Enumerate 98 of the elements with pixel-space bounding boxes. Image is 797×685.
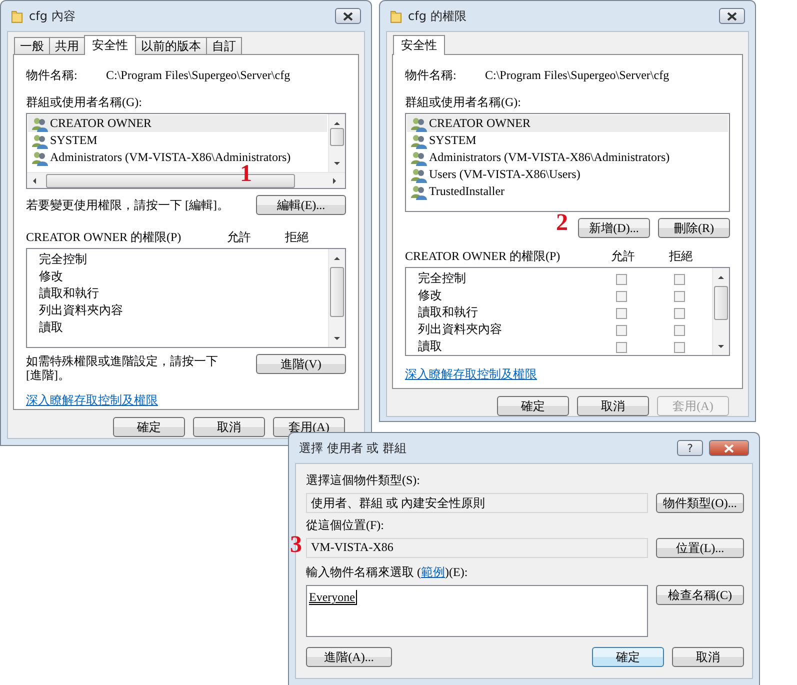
permission-name: 修改 (418, 287, 443, 304)
close-button[interactable] (335, 8, 361, 24)
help-link[interactable]: 深入瞭解存取控制及權限 (405, 367, 537, 381)
close-button[interactable] (719, 8, 745, 24)
tab[interactable]: 一般 (14, 37, 50, 54)
users-icon (32, 116, 48, 132)
group-item[interactable]: Users (VM-VISTA-X86\Users) (407, 166, 728, 183)
users-icon (411, 166, 427, 182)
object-path: C:\Program Files\Supergeo\Server\cfg (106, 68, 290, 83)
advanced-button[interactable]: 進階(A)... (306, 647, 392, 667)
examples-link[interactable]: 範例 (421, 565, 445, 579)
scrollbar[interactable] (328, 249, 345, 347)
allow-checkbox[interactable] (616, 308, 626, 319)
tab[interactable]: 共用 (49, 37, 85, 54)
dialog-button[interactable]: 取消 (672, 647, 744, 667)
object-name-label: 物件名稱: (26, 67, 78, 84)
group-item[interactable]: Administrators (VM-VISTA-X86\Administrators) (407, 149, 728, 166)
tab[interactable]: 安全性 (393, 35, 445, 55)
allow-checkbox[interactable] (616, 342, 626, 353)
folder-icon (390, 8, 402, 24)
deny-checkbox[interactable] (674, 308, 684, 319)
close-icon (342, 12, 354, 20)
close-button[interactable] (709, 440, 749, 456)
permission-name: 完全控制 (418, 270, 467, 287)
permission-name: 列出資料夾內容 (418, 321, 503, 338)
dialog-button[interactable]: 確定 (592, 647, 664, 667)
deny-checkbox[interactable] (674, 274, 684, 285)
permissions-list[interactable]: 完全控制 修改 讀取和執行 列出資料夾內容 讀取 (26, 248, 346, 348)
users-icon (411, 150, 427, 166)
group-item[interactable]: CREATOR OWNER (28, 115, 327, 132)
users-icon (411, 132, 427, 148)
permission-name: 修改 (39, 268, 63, 285)
tab[interactable]: 以前的版本 (135, 37, 207, 54)
object-type-label: 選擇這個物件類型(S): (306, 473, 420, 487)
group-item[interactable]: CREATOR OWNER (407, 115, 728, 132)
object-type-field: 使用者、群組 或 內建安全性原則 (306, 493, 648, 513)
close-icon (723, 444, 735, 452)
group-item[interactable]: SYSTEM (28, 132, 327, 149)
dialog-button[interactable]: 確定 (113, 417, 185, 437)
allow-checkbox[interactable] (616, 274, 626, 285)
allow-header: 允許 (226, 229, 252, 246)
advanced-hint: 如需特殊權限或進階設定，請按一下 [進階]。 (26, 354, 219, 382)
object-types-button[interactable]: 物件類型(O)... (656, 493, 744, 513)
allow-checkbox[interactable] (616, 324, 626, 336)
group-item[interactable]: SYSTEM (407, 132, 728, 149)
permissions-list[interactable]: 完全控制 修改 讀取和執行 列出資料夾內容 讀取 (405, 267, 730, 356)
tab[interactable]: 自訂 (206, 37, 242, 54)
folder-icon (11, 8, 23, 24)
scrollbar[interactable] (328, 114, 345, 172)
advanced-button[interactable]: 進階(V) (256, 354, 346, 374)
location-label: 從這個位置(F): (306, 518, 384, 532)
permissions-label: CREATOR OWNER 的權限(P) (405, 248, 562, 265)
allow-checkbox[interactable] (616, 290, 626, 302)
names-label: 輸入物件名稱來選取 (範例)(E): (306, 565, 468, 579)
window-title: cfg 的權限 (408, 8, 468, 24)
deny-checkbox[interactable] (674, 342, 684, 353)
annotation-number: 2 (556, 211, 568, 235)
edit-hint: 若要變更使用權限，請按一下 [編輯]。 (26, 196, 229, 214)
groups-label: 群組或使用者名稱(G): (26, 95, 142, 109)
allow-header: 允許 (610, 248, 636, 265)
group-item[interactable]: TrustedInstaller (407, 183, 728, 200)
window-title: 選擇 使用者 或 群組 (299, 440, 408, 456)
annotation-number: 3 (290, 533, 302, 557)
help-button[interactable]: ? (677, 440, 703, 456)
object-path: C:\Program Files\Supergeo\Server\cfg (485, 68, 670, 83)
users-icon (411, 116, 427, 132)
names-field[interactable]: Everyone (306, 585, 648, 637)
object-name-label: 物件名稱: (405, 67, 458, 84)
add-button[interactable]: 新增(D)... (578, 218, 650, 238)
help-link[interactable]: 深入瞭解存取控制及權限 (26, 393, 158, 407)
permission-name: 完全控制 (39, 251, 87, 268)
tab[interactable]: 安全性 (84, 35, 136, 55)
groups-list[interactable]: CREATOR OWNER SYSTEM Administrators (VM-VISTA-X86\Administrators) Users (VM-VISTA-X86\Users) TrustedInstaller (405, 113, 730, 212)
users-icon (32, 132, 48, 148)
dialog-button[interactable]: 確定 (497, 396, 569, 416)
permission-name: 讀取和執行 (39, 285, 99, 302)
dialog-button[interactable]: 取消 (193, 417, 265, 437)
remove-button[interactable]: 刪除(R) (658, 218, 730, 238)
deny-checkbox[interactable] (674, 324, 684, 336)
deny-header: 拒絕 (284, 229, 310, 246)
users-icon (411, 184, 427, 200)
location-field: VM-VISTA-X86 (306, 538, 648, 558)
dialog-button[interactable]: 取消 (577, 396, 649, 416)
window-title: cfg 內容 (29, 8, 76, 24)
permission-name: 列出資料夾內容 (39, 302, 123, 319)
permission-name: 讀取和執行 (418, 304, 479, 321)
check-names-button[interactable]: 檢查名稱(C) (656, 585, 744, 605)
deny-header: 拒絕 (668, 248, 694, 265)
groups-label: 群組或使用者名稱(G): (405, 95, 521, 109)
permissions-label: CREATOR OWNER 的權限(P) (26, 229, 182, 246)
close-icon (726, 12, 738, 20)
location-button[interactable]: 位置(L)... (656, 538, 744, 558)
edit-button[interactable]: 編輯(E)... (256, 195, 346, 215)
deny-checkbox[interactable] (674, 290, 684, 302)
users-icon (32, 150, 48, 166)
permission-name: 讀取 (39, 319, 63, 336)
permission-name: 讀取 (418, 338, 443, 355)
scrollbar[interactable] (712, 268, 729, 355)
